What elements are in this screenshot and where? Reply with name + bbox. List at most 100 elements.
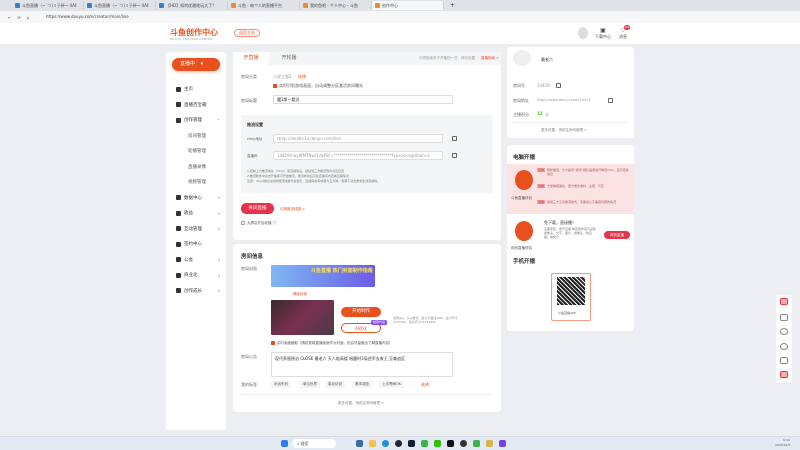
app-icon[interactable] [356,440,363,447]
browser-tab[interactable]: 我的鱼吧 - 个人中心 - 斗鱼 [300,1,372,10]
tag[interactable]: 单位世界 [300,381,320,388]
chevron-icon: v [217,195,220,200]
copy-icon[interactable] [608,98,613,103]
copy-icon[interactable] [556,83,561,88]
web-live-button[interactable]: 网页直播 [604,231,630,239]
tag[interactable]: 永远失利 [271,381,291,388]
chevron-icon: v [217,226,220,231]
copy-icon[interactable] [452,136,457,141]
user-avatar[interactable] [578,27,588,39]
more-settings-link[interactable]: 更多设置，请前往房间管理 > [338,401,384,406]
logo-text: 斗鱼创作中心 [170,28,218,37]
app-icon[interactable] [486,440,493,447]
logo[interactable]: 斗鱼创作中心 DOUYU CREATOR CENTER [170,27,218,41]
logo-subtitle: DOUYU CREATOR CENTER [170,38,213,41]
profile-more-link[interactable]: 更多设置，请前往房间管理 > [541,128,587,133]
home-icon[interactable]: ⌂ [27,15,30,20]
tags-select-link[interactable]: 选择 [421,382,429,388]
category-select-link[interactable]: 选择 [298,74,306,80]
live-companion-section[interactable]: 斗鱼直播伴侣 高效 轻松推流，大大提高“游戏”相比画质提升降低20%，显示更多信息… [507,164,634,214]
start-making-button[interactable]: 开始制作 [341,307,381,317]
sidebar-item[interactable]: 视频管理 [188,179,232,185]
copy-icon[interactable] [452,153,457,158]
help-icon[interactable] [780,328,788,335]
guide-link[interactable]: 直播指南 > [481,56,499,61]
switch-line-link[interactable]: 切换推流线路 > [280,207,305,212]
browser-tab[interactable]: 斗鱼直播（~`つ)ゞ于杯~ 4AI: [12,1,84,10]
refresh-icon[interactable]: ⟳ [17,15,20,20]
sidebar-item[interactable]: 签约中心 [176,241,220,247]
feature-text: 大量弹幕美化，更方便的素材、主题、可定 [547,184,605,188]
taskbar-search[interactable]: ⌕ 搜索 [292,439,336,448]
app-icon[interactable] [408,440,415,447]
auto-category-checkbox[interactable]: 实时识别游戏画面，自动调整分区激活房间曝光 [273,83,363,89]
vertical-checkbox[interactable]: 大屏后开启轮播 ⓘ [241,221,276,226]
edge-icon[interactable] [382,440,389,447]
tag[interactable]: 上次青睐OK [379,381,405,388]
live-tabs: 开直播 开轮播 分类指南关于开播的一些，请在设置 直播指南 > [233,52,501,65]
grid-icon[interactable] [780,298,788,305]
room-url-label: 房间地址 [513,98,529,103]
browser-tab-active[interactable]: 创作中心 [372,1,444,10]
app-icon[interactable] [499,440,506,447]
feedback-icon[interactable] [780,357,788,364]
nav-icon [176,257,181,262]
app-icon[interactable] [473,440,480,447]
download-icon: ▣ [600,27,606,34]
sidebar-item-label: 轮播管理 [188,149,206,154]
apps-icon[interactable] [780,371,788,378]
sidebar-item[interactable]: 收益 v [176,210,220,216]
auto-cover-checkbox[interactable]: 实时画面截取（随机获取直播画面作为封面，但会尽量截出了解直播内容） [271,341,393,346]
sidebar-item[interactable]: 互动管理 v [176,226,220,232]
sidebar-item[interactable]: 直播百宝箱 [176,102,220,108]
steam-icon[interactable] [395,440,402,447]
sidebar-item[interactable]: 公会 v [176,257,220,263]
sidebar-item[interactable]: 轮播管理 [188,148,232,154]
app-icon[interactable] [447,440,454,447]
close-live-button[interactable]: 关闭直播 [241,203,274,214]
browser-tab[interactable]: 斗鱼直播（~`つ)ゞ于杯~ 4AI: [84,1,156,10]
stream-key-input[interactable]: 14429rnay8fMTNwr1dyP8!=*****************… [273,151,443,160]
headset-icon[interactable] [780,343,788,350]
announce-textarea[interactable]: 现代养殖统治 CLOSE 最老六 天人临高楼 咽醒时3局逆军去来王 至尊战区 [271,352,453,377]
download-center[interactable]: ▣ 下载中心 [594,27,612,40]
app-icon[interactable] [421,440,428,447]
windows-start-icon[interactable] [281,440,288,447]
folder-icon[interactable] [369,440,376,447]
browser-tab[interactable]: 【HD】如何优雅地玩大了？ [156,1,228,10]
sidebar-item-label: 创作管理 [184,118,202,123]
screen-icon[interactable] [780,314,788,321]
live-status-button[interactable]: 直播中 ▾ [172,58,220,71]
tab-carousel[interactable]: 开轮播 [271,52,307,65]
chevron-icon: v [217,210,220,216]
room-url[interactable]: https://www.douyu.com/14429 [537,98,591,102]
cover-image[interactable] [271,300,334,335]
sidebar-item[interactable]: 主页 [176,86,220,92]
wechat-icon[interactable] [434,440,441,447]
app-icon[interactable] [460,440,467,447]
score: 12 [537,111,543,116]
tab-favicon-icon [231,3,236,8]
cover-guide-banner[interactable]: 斗鱼直播 热门封面制作指南 [271,265,375,287]
sidebar-item[interactable]: 数据中心 v [176,195,220,201]
home-button[interactable]: 返回主站 [234,29,260,37]
tab-title: 斗鱼 - 每个人的直播平台 [238,2,282,8]
tag[interactable]: 事后访说 [325,381,345,388]
sidebar-item[interactable]: 创作管理 ^ [176,117,220,123]
tag[interactable]: 基本调查 [352,381,372,388]
sidebar-item[interactable]: 直播录像 [188,164,232,170]
help-icon[interactable]: ⓘ [273,221,277,225]
sidebar-item-label: 主页 [184,87,193,92]
rtmp-input[interactable]: rtmp://sendtc1a.douyu.com/live [273,134,443,143]
back-icon[interactable]: ← [8,15,11,20]
push-hint: 1.复制上方推流地址（rtmp）和直播码后，粘贴到三方推流软件对应位置 [247,169,345,173]
sidebar-item[interactable]: 房间管理 [188,133,232,139]
sidebar-item[interactable]: 创作成长 v [176,288,220,294]
feature-tag: 功能 [537,184,546,188]
sidebar-item[interactable]: 商业化 v [176,272,220,278]
new-tab-button[interactable]: + [450,2,455,9]
url-input[interactable]: https://www.douyu.com/creator/main/live [40,13,720,21]
browser-tab[interactable]: 斗鱼 - 每个人的直播平台 [228,1,300,10]
tab-live[interactable]: 开直播 [233,52,269,65]
title-input[interactable]: 魔1第一题灵 [273,95,453,104]
